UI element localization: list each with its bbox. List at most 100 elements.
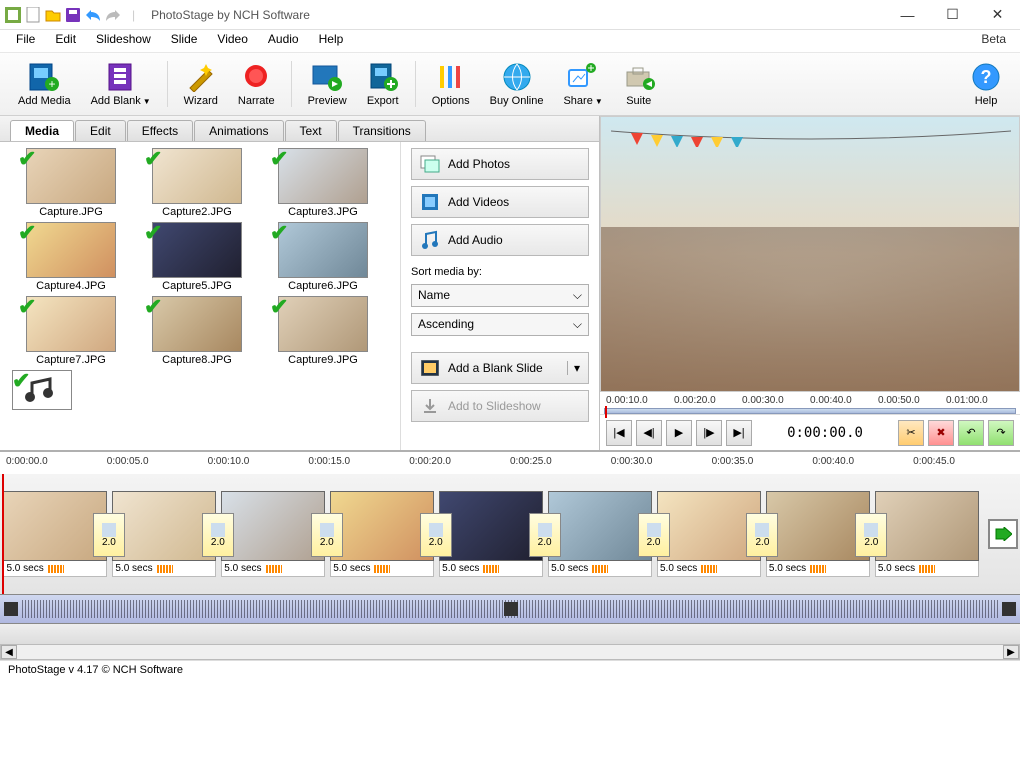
- transition-marker[interactable]: 2.0: [746, 513, 778, 557]
- transition-marker[interactable]: 2.0: [93, 513, 125, 557]
- audio-icon: [420, 230, 440, 250]
- save-icon[interactable]: [64, 6, 82, 24]
- add-audio-button[interactable]: Add Audio: [411, 224, 589, 256]
- menu-help[interactable]: Help: [309, 30, 354, 52]
- sort-by-select[interactable]: Name⌵: [411, 284, 589, 307]
- scroll-left-button[interactable]: ◀: [1, 645, 17, 659]
- speed-icon: [48, 565, 64, 573]
- transition-marker[interactable]: 2.0: [638, 513, 670, 557]
- chevron-down-icon: ▼: [143, 97, 151, 106]
- timeline-clip[interactable]: 5.0 secs: [873, 491, 980, 577]
- timeline-clip[interactable]: 2.05.0 secs: [656, 491, 763, 577]
- chevron-down-icon[interactable]: ▾: [567, 361, 580, 375]
- undo-trim-button[interactable]: ↶: [958, 420, 984, 446]
- left-panel: Media Edit Effects Animations Text Trans…: [0, 116, 600, 450]
- timeline-clip[interactable]: 2.05.0 secs: [220, 491, 327, 577]
- suite-button[interactable]: Suite: [613, 57, 665, 111]
- undo-icon[interactable]: [84, 6, 102, 24]
- timeline-clip[interactable]: 2.05.0 secs: [2, 491, 109, 577]
- transition-marker[interactable]: 2.0: [529, 513, 561, 557]
- transition-marker[interactable]: 2.0: [202, 513, 234, 557]
- menu-edit[interactable]: Edit: [45, 30, 86, 52]
- menu-slideshow[interactable]: Slideshow: [86, 30, 161, 52]
- tab-transitions[interactable]: Transitions: [338, 120, 426, 141]
- add-media-button[interactable]: +Add Media: [8, 57, 81, 111]
- redo-trim-button[interactable]: ↷: [988, 420, 1014, 446]
- media-item[interactable]: ✔Capture3.JPG: [260, 148, 386, 218]
- add-videos-button[interactable]: Add Videos: [411, 186, 589, 218]
- tab-media[interactable]: Media: [10, 120, 74, 141]
- wizard-button[interactable]: Wizard: [174, 57, 228, 111]
- delete-button[interactable]: ✖: [928, 420, 954, 446]
- help-button[interactable]: ?Help: [960, 57, 1012, 111]
- statusbar: PhotoStage v 4.17 © NCH Software: [0, 660, 1020, 682]
- preview-button[interactable]: Preview: [298, 57, 357, 111]
- add-blank-slide-button[interactable]: Add a Blank Slide▾: [411, 352, 589, 384]
- add-to-slideshow-button[interactable]: Add to Slideshow: [411, 390, 589, 422]
- menu-video[interactable]: Video: [207, 30, 257, 52]
- speed-icon: [810, 565, 826, 573]
- chevron-down-icon: ⌵: [573, 317, 582, 332]
- timeline-audio-track[interactable]: [0, 594, 1020, 624]
- timeline-scrollbar[interactable]: ◀ ▶: [0, 644, 1020, 660]
- media-item[interactable]: ✔Capture7.JPG: [8, 296, 134, 366]
- window-title: PhotoStage by NCH Software: [151, 8, 310, 22]
- transition-marker[interactable]: 2.0: [855, 513, 887, 557]
- check-icon: ✔: [270, 146, 288, 172]
- close-button[interactable]: ✕: [975, 0, 1020, 30]
- media-item[interactable]: ✔Capture2.JPG: [134, 148, 260, 218]
- menu-audio[interactable]: Audio: [258, 30, 309, 52]
- menu-file[interactable]: File: [6, 30, 45, 52]
- maximize-button[interactable]: ☐: [930, 0, 975, 30]
- options-button[interactable]: Options: [422, 57, 480, 111]
- sort-order-select[interactable]: Ascending⌵: [411, 313, 589, 336]
- playhead[interactable]: [2, 474, 4, 594]
- cut-button[interactable]: ✂: [898, 420, 924, 446]
- minimize-button[interactable]: —: [885, 0, 930, 30]
- media-item[interactable]: ✔Capture4.JPG: [8, 222, 134, 292]
- play-button[interactable]: ▶: [666, 420, 692, 446]
- timeline-clip[interactable]: 2.05.0 secs: [764, 491, 871, 577]
- media-item[interactable]: ✔Capture5.JPG: [134, 222, 260, 292]
- preview-panel: 0.00:10.0 0.00:20.0 0.00:30.0 0.00:40.0 …: [600, 116, 1020, 450]
- media-item[interactable]: ✔Capture9.JPG: [260, 296, 386, 366]
- tab-text[interactable]: Text: [285, 120, 337, 141]
- menu-slide[interactable]: Slide: [161, 30, 208, 52]
- go-start-button[interactable]: |◀: [606, 420, 632, 446]
- timeline-video-track[interactable]: 2.05.0 secs 2.05.0 secs 2.05.0 secs 2.05…: [0, 474, 1020, 594]
- buy-online-button[interactable]: Buy Online: [480, 57, 554, 111]
- timeline: 0:00:00.0 0:00:05.0 0:00:10.0 0:00:15.0 …: [0, 450, 1020, 660]
- tab-animations[interactable]: Animations: [194, 120, 283, 141]
- scroll-right-button[interactable]: ▶: [1003, 645, 1019, 659]
- timeline-clip[interactable]: 2.05.0 secs: [329, 491, 436, 577]
- timeline-ruler[interactable]: 0:00:00.0 0:00:05.0 0:00:10.0 0:00:15.0 …: [0, 452, 1020, 474]
- media-item[interactable]: ✔Capture6.JPG: [260, 222, 386, 292]
- new-icon[interactable]: [24, 6, 42, 24]
- timeline-end-button[interactable]: [988, 519, 1018, 549]
- timeline-empty-track[interactable]: [0, 624, 1020, 644]
- preview-scrubber[interactable]: [604, 408, 1016, 414]
- add-photos-button[interactable]: Add Photos: [411, 148, 589, 180]
- media-item[interactable]: ✔Capture.JPG: [8, 148, 134, 218]
- redo-icon[interactable]: [104, 6, 122, 24]
- share-button[interactable]: Share▼: [553, 57, 612, 111]
- timeline-clip[interactable]: 2.05.0 secs: [547, 491, 654, 577]
- transition-marker[interactable]: 2.0: [420, 513, 452, 557]
- step-back-button[interactable]: ◀|: [636, 420, 662, 446]
- step-fwd-button[interactable]: |▶: [696, 420, 722, 446]
- add-blank-button[interactable]: Add Blank▼: [81, 57, 161, 111]
- timeline-clip[interactable]: 2.05.0 secs: [438, 491, 545, 577]
- check-icon: ✔: [270, 220, 288, 246]
- media-item-audio[interactable]: ✔: [12, 370, 138, 410]
- narrate-button[interactable]: Narrate: [228, 57, 285, 111]
- go-end-button[interactable]: ▶|: [726, 420, 752, 446]
- transition-marker[interactable]: 2.0: [311, 513, 343, 557]
- sort-label: Sort media by:: [411, 266, 589, 278]
- export-button[interactable]: Export: [357, 57, 409, 111]
- tab-effects[interactable]: Effects: [127, 120, 193, 141]
- tab-edit[interactable]: Edit: [75, 120, 126, 141]
- open-icon[interactable]: [44, 6, 62, 24]
- chevron-down-icon: ▼: [595, 97, 603, 106]
- media-item[interactable]: ✔Capture8.JPG: [134, 296, 260, 366]
- timeline-clip[interactable]: 2.05.0 secs: [111, 491, 218, 577]
